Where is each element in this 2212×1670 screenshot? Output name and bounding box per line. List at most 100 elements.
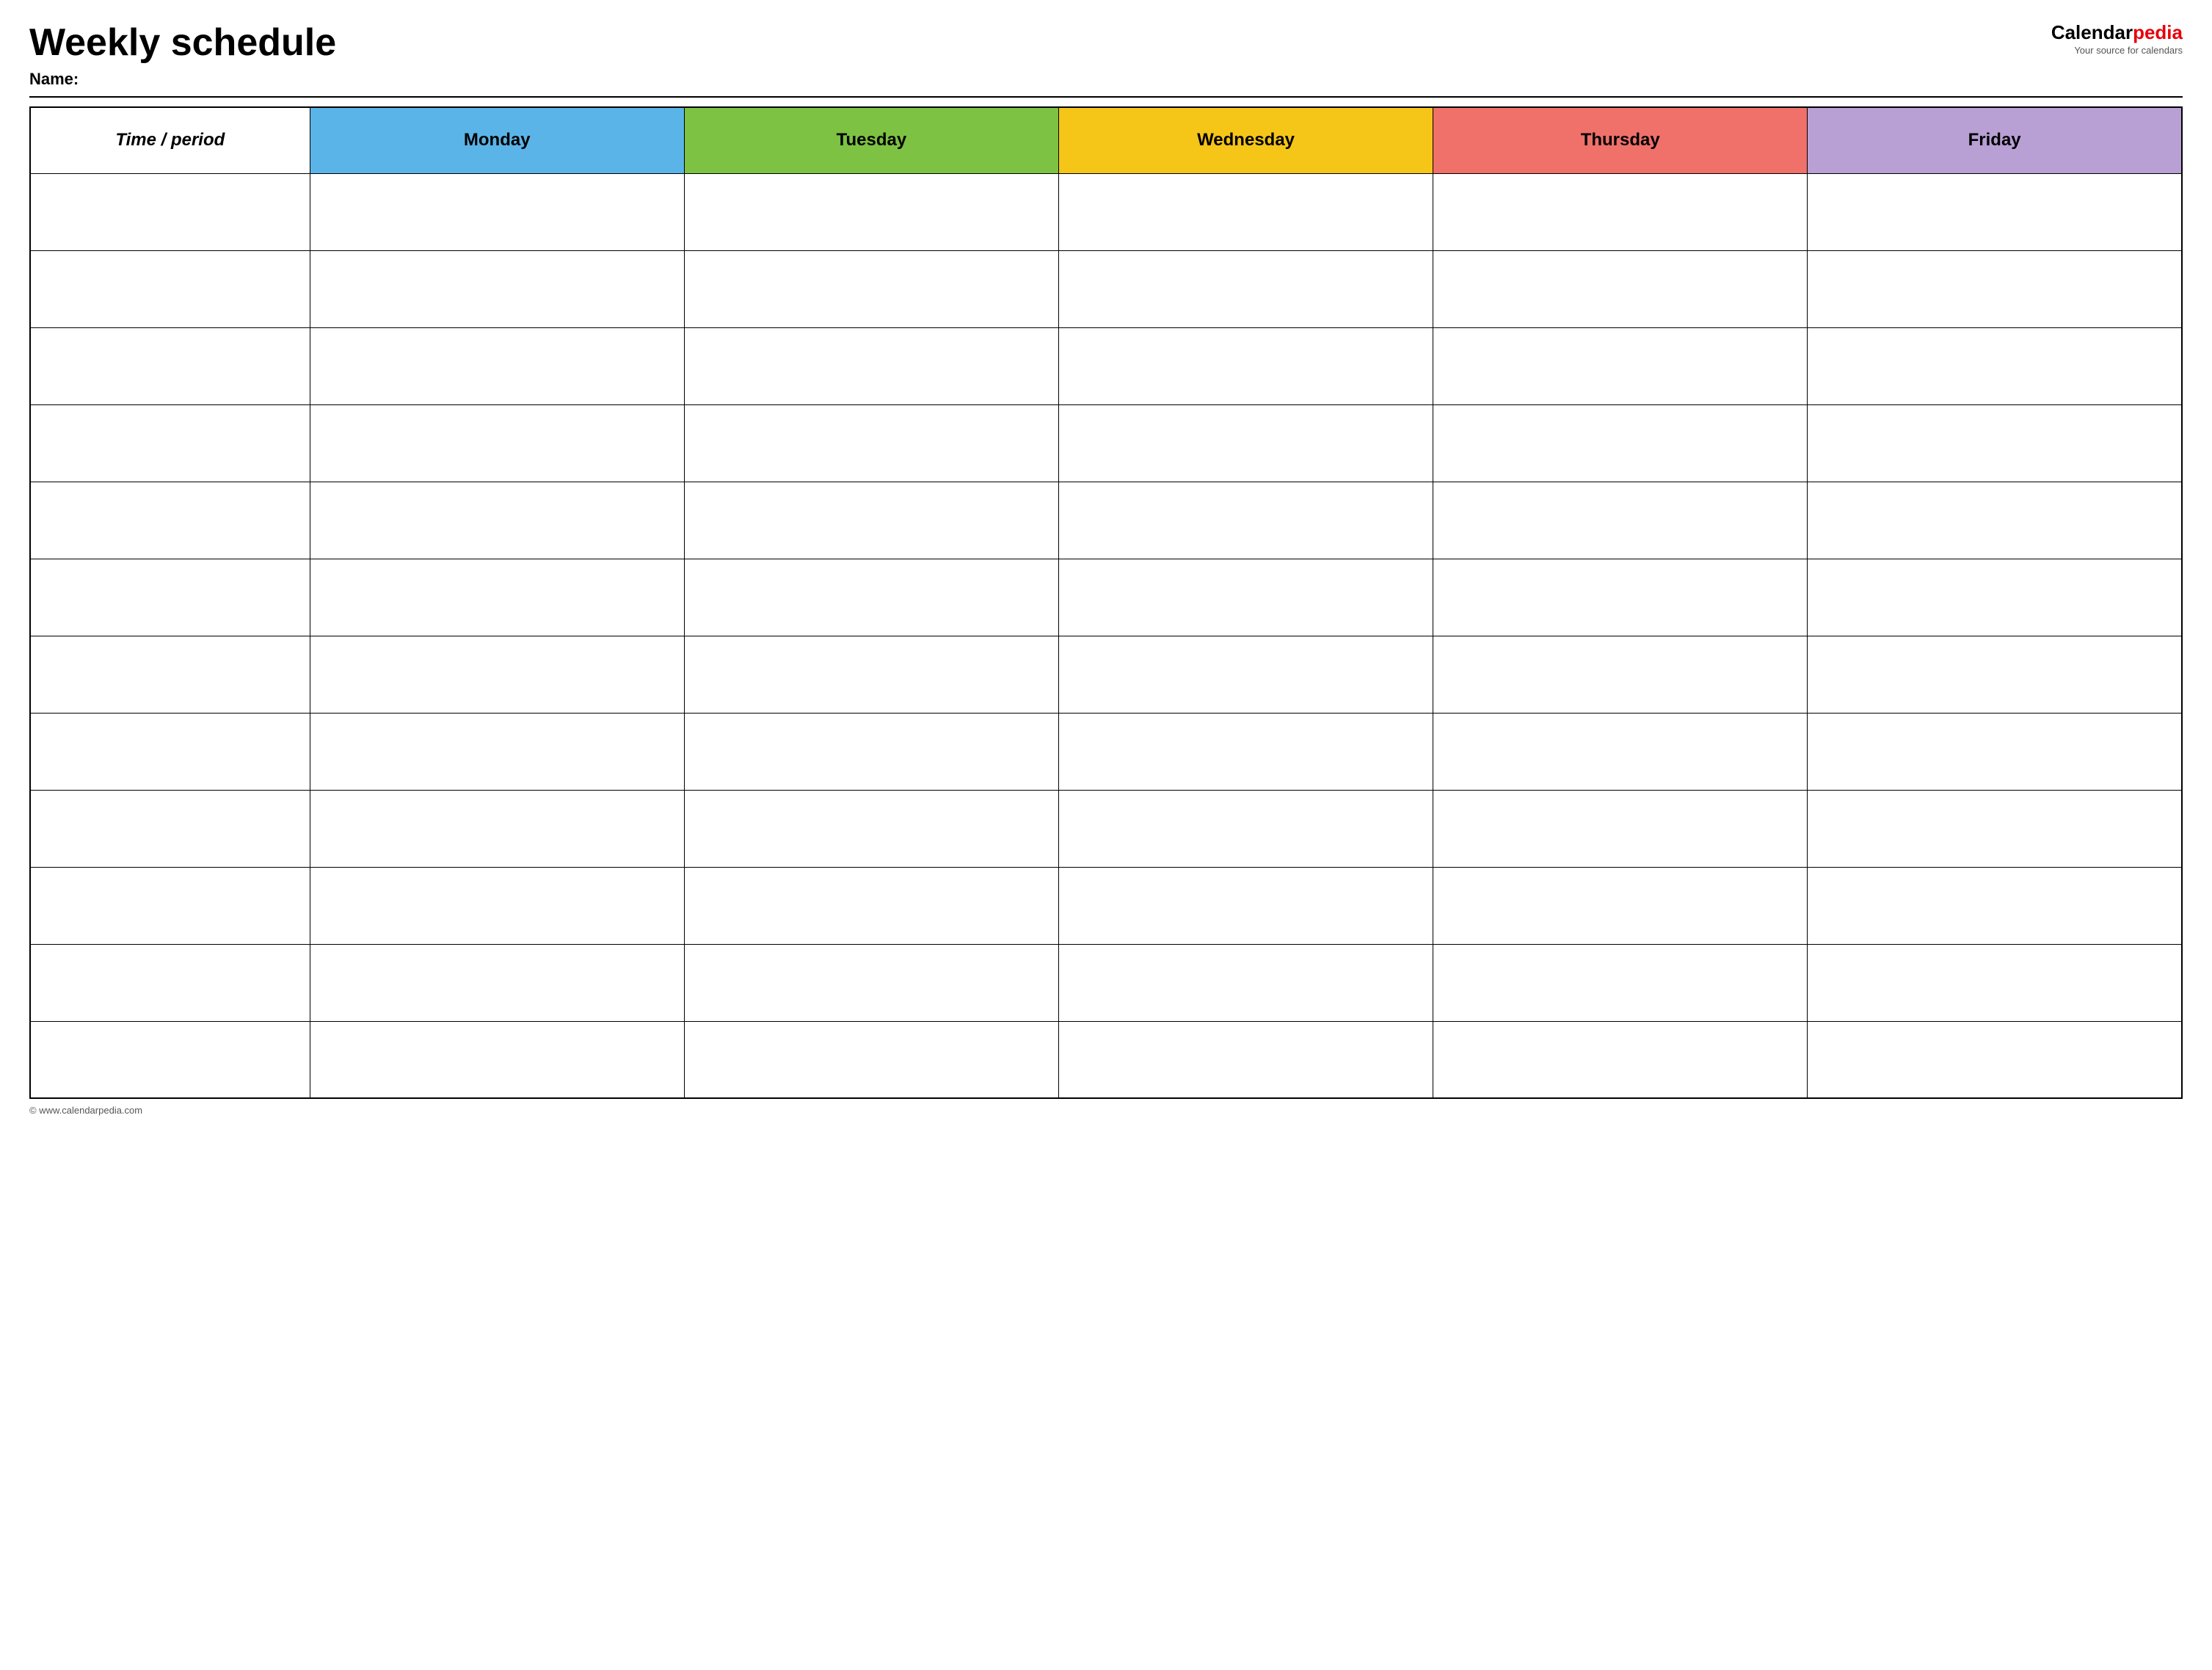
- schedule-cell[interactable]: [1433, 636, 1808, 713]
- schedule-cell[interactable]: [1808, 559, 2182, 636]
- time-cell[interactable]: [30, 867, 310, 944]
- schedule-cell[interactable]: [684, 1021, 1058, 1098]
- schedule-cell[interactable]: [684, 482, 1058, 559]
- table-row[interactable]: [30, 713, 2182, 790]
- schedule-cell[interactable]: [1433, 713, 1808, 790]
- schedule-cell[interactable]: [1433, 790, 1808, 867]
- schedule-cell[interactable]: [310, 867, 684, 944]
- table-row[interactable]: [30, 327, 2182, 404]
- logo-calendar: Calendar: [2051, 21, 2133, 43]
- schedule-cell[interactable]: [1058, 944, 1433, 1021]
- schedule-cell[interactable]: [684, 404, 1058, 482]
- logo-pedia: pedia: [2133, 21, 2183, 43]
- schedule-cell[interactable]: [684, 559, 1058, 636]
- schedule-cell[interactable]: [1433, 404, 1808, 482]
- time-cell[interactable]: [30, 404, 310, 482]
- schedule-cell[interactable]: [1433, 327, 1808, 404]
- table-row[interactable]: [30, 790, 2182, 867]
- schedule-cell[interactable]: [684, 944, 1058, 1021]
- footer-url: © www.calendarpedia.com: [29, 1105, 142, 1116]
- schedule-cell[interactable]: [1058, 173, 1433, 250]
- time-cell[interactable]: [30, 944, 310, 1021]
- schedule-cell[interactable]: [684, 713, 1058, 790]
- table-row[interactable]: [30, 636, 2182, 713]
- schedule-cell[interactable]: [684, 250, 1058, 327]
- time-cell[interactable]: [30, 482, 310, 559]
- time-cell[interactable]: [30, 636, 310, 713]
- name-label: Name:: [29, 70, 336, 89]
- schedule-cell[interactable]: [1808, 944, 2182, 1021]
- table-row[interactable]: [30, 250, 2182, 327]
- schedule-table: Time / period Monday Tuesday Wednesday T…: [29, 106, 2183, 1099]
- schedule-cell[interactable]: [684, 327, 1058, 404]
- schedule-cell[interactable]: [1808, 327, 2182, 404]
- schedule-cell[interactable]: [1433, 250, 1808, 327]
- schedule-cell[interactable]: [1058, 1021, 1433, 1098]
- schedule-cell[interactable]: [310, 636, 684, 713]
- schedule-cell[interactable]: [310, 944, 684, 1021]
- time-cell[interactable]: [30, 713, 310, 790]
- schedule-cell[interactable]: [684, 173, 1058, 250]
- header-row: Time / period Monday Tuesday Wednesday T…: [30, 107, 2182, 173]
- logo-tagline: Your source for calendars: [2074, 45, 2183, 56]
- schedule-cell[interactable]: [1058, 713, 1433, 790]
- schedule-cell[interactable]: [1058, 867, 1433, 944]
- schedule-cell[interactable]: [1058, 250, 1433, 327]
- schedule-cell[interactable]: [310, 790, 684, 867]
- footer: © www.calendarpedia.com: [29, 1105, 2183, 1116]
- schedule-cell[interactable]: [310, 173, 684, 250]
- table-row[interactable]: [30, 559, 2182, 636]
- schedule-cell[interactable]: [1058, 482, 1433, 559]
- time-cell[interactable]: [30, 250, 310, 327]
- time-cell[interactable]: [30, 327, 310, 404]
- table-row[interactable]: [30, 482, 2182, 559]
- schedule-cell[interactable]: [1058, 327, 1433, 404]
- time-cell[interactable]: [30, 1021, 310, 1098]
- schedule-cell[interactable]: [1808, 1021, 2182, 1098]
- time-cell[interactable]: [30, 173, 310, 250]
- schedule-cell[interactable]: [1808, 173, 2182, 250]
- schedule-cell[interactable]: [1808, 867, 2182, 944]
- schedule-cell[interactable]: [310, 327, 684, 404]
- schedule-cell[interactable]: [1433, 944, 1808, 1021]
- schedule-cell[interactable]: [1808, 250, 2182, 327]
- table-row[interactable]: [30, 404, 2182, 482]
- col-header-wednesday: Wednesday: [1058, 107, 1433, 173]
- schedule-cell[interactable]: [1433, 559, 1808, 636]
- logo-area: Calendarpedia Your source for calendars: [2051, 22, 2183, 56]
- schedule-cell[interactable]: [1808, 790, 2182, 867]
- schedule-cell[interactable]: [310, 404, 684, 482]
- table-row[interactable]: [30, 1021, 2182, 1098]
- divider: [29, 96, 2183, 98]
- schedule-cell[interactable]: [1433, 1021, 1808, 1098]
- schedule-cell[interactable]: [1058, 559, 1433, 636]
- title-section: Weekly schedule Name:: [29, 22, 336, 89]
- schedule-cell[interactable]: [310, 1021, 684, 1098]
- schedule-cell[interactable]: [684, 790, 1058, 867]
- table-row[interactable]: [30, 944, 2182, 1021]
- time-cell[interactable]: [30, 559, 310, 636]
- schedule-cell[interactable]: [1433, 867, 1808, 944]
- schedule-cell[interactable]: [1808, 404, 2182, 482]
- schedule-cell[interactable]: [1808, 713, 2182, 790]
- schedule-cell[interactable]: [1433, 482, 1808, 559]
- schedule-cell[interactable]: [1058, 790, 1433, 867]
- schedule-cell[interactable]: [310, 482, 684, 559]
- schedule-cell[interactable]: [684, 867, 1058, 944]
- time-cell[interactable]: [30, 790, 310, 867]
- schedule-cell[interactable]: [1808, 482, 2182, 559]
- schedule-cell[interactable]: [1058, 636, 1433, 713]
- col-header-tuesday: Tuesday: [684, 107, 1058, 173]
- schedule-cell[interactable]: [310, 250, 684, 327]
- table-row[interactable]: [30, 173, 2182, 250]
- schedule-cell[interactable]: [1058, 404, 1433, 482]
- schedule-cell[interactable]: [684, 636, 1058, 713]
- header: Weekly schedule Name: Calendarpedia Your…: [29, 22, 2183, 89]
- logo-text: Calendarpedia: [2051, 22, 2183, 43]
- schedule-cell[interactable]: [1433, 173, 1808, 250]
- col-header-monday: Monday: [310, 107, 684, 173]
- schedule-cell[interactable]: [1808, 636, 2182, 713]
- schedule-cell[interactable]: [310, 713, 684, 790]
- schedule-cell[interactable]: [310, 559, 684, 636]
- table-row[interactable]: [30, 867, 2182, 944]
